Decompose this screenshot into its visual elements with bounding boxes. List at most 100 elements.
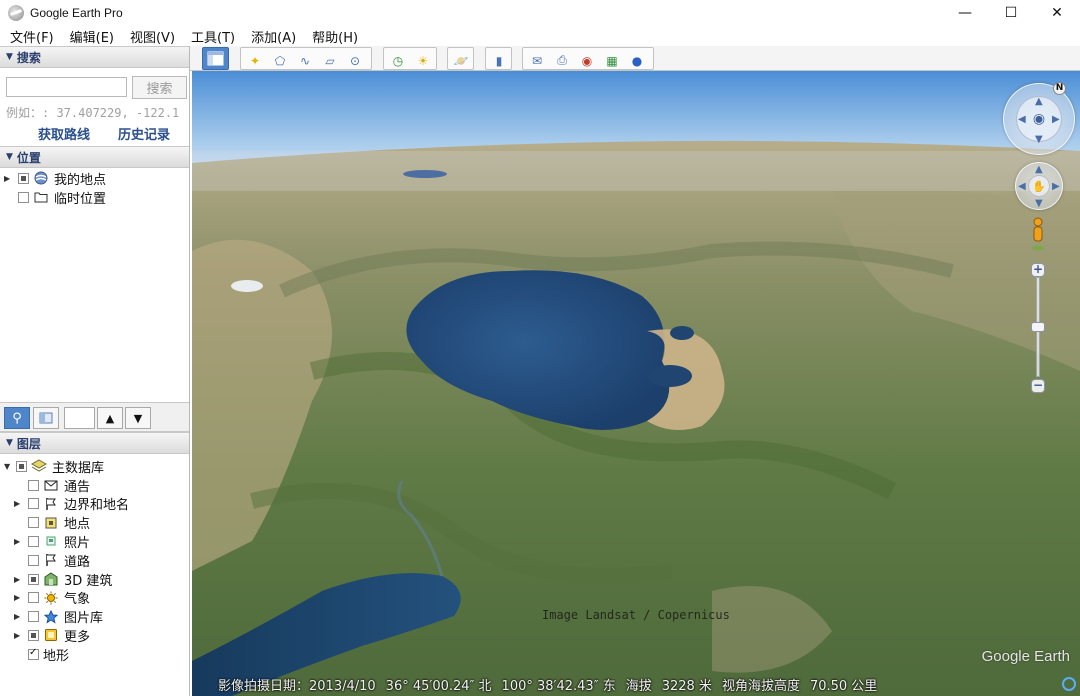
image-overlay-icon: ▱ — [325, 53, 335, 68]
close-button[interactable]: ✕ — [1034, 0, 1080, 26]
minimize-button[interactable]: — — [942, 0, 988, 26]
sidebar-toggle-button[interactable] — [202, 47, 229, 70]
layers-root-primary-database[interactable]: ▼ 主数据库 — [4, 457, 104, 476]
layer-item[interactable]: ▶ 边界和地名 — [14, 495, 129, 513]
add-polygon-button[interactable]: ⬠ — [269, 50, 291, 71]
get-route-link[interactable]: 获取路线 — [38, 124, 90, 143]
move-up-arrow-icon[interactable]: ▲ — [1035, 164, 1043, 175]
checkbox[interactable] — [16, 460, 27, 472]
menu-help[interactable]: 帮助(H) — [312, 27, 358, 46]
layer-item[interactable]: 地形 — [14, 645, 69, 664]
expand-arrow-icon[interactable]: ▶ — [14, 593, 22, 602]
email-button[interactable]: ✉ — [526, 50, 548, 71]
move-joystick[interactable]: ✋ — [1028, 175, 1050, 197]
look-control[interactable]: ◉ ▲ ▼ ◀ ▶ — [1003, 83, 1075, 155]
add-image-overlay-button[interactable]: ▱ — [319, 50, 341, 71]
search-button[interactable]: 搜索 — [132, 76, 187, 99]
flag-icon — [43, 497, 59, 511]
checkbox[interactable] — [28, 573, 39, 585]
switch-planet-button[interactable]: 🪐 — [450, 50, 472, 71]
look-right-arrow-icon[interactable]: ▶ — [1052, 114, 1060, 125]
places-blank-field[interactable] — [64, 407, 95, 429]
maximize-button[interactable]: ☐ — [988, 0, 1034, 26]
move-down-button[interactable]: ▼ — [125, 407, 151, 429]
places-panel-header[interactable]: ▼ 位置 — [0, 146, 189, 168]
move-control[interactable]: ✋ ▲ ▼ ◀ ▶ — [1015, 162, 1063, 210]
earth-3d-view[interactable]: ◉ ▲ ▼ ◀ ▶ N ✋ ▲ ▼ ◀ ▶ + − Image Landsat … — [192, 71, 1080, 696]
search-panel-header[interactable]: ▼ 搜索 — [0, 46, 189, 68]
expand-arrow-icon[interactable]: ▼ — [4, 462, 12, 471]
places-item-label: 我的地点 — [54, 172, 107, 188]
expand-arrow-icon[interactable]: ▶ — [14, 537, 22, 546]
print-button[interactable]: ⎙ — [551, 50, 573, 71]
layer-item[interactable]: ▶ 图片库 — [14, 608, 103, 626]
weather-icon — [43, 591, 59, 605]
expand-arrow-icon[interactable]: ▶ — [14, 575, 22, 584]
save-image-button[interactable]: ◉ — [576, 50, 598, 71]
pegman-street-view-icon[interactable] — [1031, 217, 1045, 251]
checkbox[interactable] — [28, 498, 39, 510]
zoom-thumb[interactable] — [1031, 322, 1045, 332]
layer-item[interactable]: ▶ 照片 — [14, 532, 90, 551]
checkbox[interactable] — [28, 629, 39, 641]
map-view-button[interactable]: ▦ — [601, 50, 623, 71]
building-icon — [43, 572, 59, 586]
checkbox[interactable] — [28, 611, 39, 623]
earth-view-button[interactable]: ● — [626, 50, 648, 71]
expand-arrow-icon[interactable]: ▶ — [4, 174, 12, 183]
expand-arrow-icon[interactable]: ▶ — [14, 499, 22, 508]
menu-bar: 文件(F) 编辑(E) 视图(V) 工具(T) 添加(A) 帮助(H) — [0, 26, 1080, 46]
sunlight-button[interactable]: ☀ — [412, 50, 434, 71]
add-placemark-button[interactable]: ✦ — [244, 50, 266, 71]
layer-item[interactable]: ▶ 气象 — [14, 589, 90, 607]
layer-item[interactable]: 地点 — [14, 514, 90, 532]
search-places-button[interactable]: ⚲ — [4, 407, 30, 429]
title-bar: Google Earth Pro — ☐ ✕ — [0, 0, 1080, 26]
menu-add[interactable]: 添加(A) — [251, 27, 296, 46]
menu-edit[interactable]: 编辑(E) — [70, 27, 114, 46]
toolbar-group-share: ✉ ⎙ ◉ ▦ ● — [522, 47, 654, 70]
menu-view[interactable]: 视图(V) — [130, 27, 175, 46]
zoom-slider[interactable]: + − — [1031, 263, 1045, 393]
move-left-arrow-icon[interactable]: ◀ — [1018, 181, 1026, 192]
layer-item-label: 图片库 — [64, 611, 104, 627]
checkbox[interactable] — [28, 647, 39, 660]
look-down-arrow-icon[interactable]: ▼ — [1035, 134, 1043, 145]
zoom-out-button[interactable]: − — [1031, 379, 1045, 393]
layer-item-label: 通告 — [64, 479, 91, 495]
zoom-in-button[interactable]: + — [1031, 263, 1045, 277]
move-up-button[interactable]: ▲ — [97, 407, 123, 429]
layers-panel-header[interactable]: ▼ 图层 — [0, 432, 189, 454]
ruler-button[interactable]: ▮ — [488, 50, 510, 71]
add-path-button[interactable]: ∿ — [294, 50, 316, 71]
checkbox[interactable] — [18, 172, 29, 184]
expand-arrow-icon[interactable]: ▶ — [14, 631, 22, 640]
search-input[interactable] — [6, 77, 127, 97]
expand-arrow-icon[interactable]: ▶ — [14, 612, 22, 621]
record-tour-button[interactable]: ⊙ — [344, 50, 366, 71]
checkbox[interactable] — [28, 592, 39, 604]
north-indicator[interactable]: N — [1053, 82, 1066, 95]
look-up-arrow-icon[interactable]: ▲ — [1035, 96, 1043, 107]
places-item-temporary[interactable]: 临时位置 — [4, 188, 106, 207]
menu-tools[interactable]: 工具(T) — [191, 27, 235, 46]
look-left-arrow-icon[interactable]: ◀ — [1018, 114, 1026, 125]
checkbox[interactable] — [18, 191, 29, 203]
checkbox[interactable] — [28, 535, 39, 547]
checkbox[interactable] — [28, 554, 39, 566]
layer-item[interactable]: ▶ 3D 建筑 — [14, 570, 113, 589]
layer-item-label: 3D 建筑 — [64, 573, 113, 589]
toggle-panel-button[interactable] — [33, 407, 59, 429]
checkbox[interactable] — [28, 479, 39, 491]
move-down-arrow-icon[interactable]: ▼ — [1035, 198, 1043, 209]
places-item-my-places[interactable]: ▶ 我的地点 — [4, 169, 107, 188]
historical-imagery-button[interactable]: ◷ — [387, 50, 409, 71]
layer-item[interactable]: 道路 — [14, 551, 90, 570]
layer-item[interactable]: ▶ 更多 — [14, 626, 90, 645]
layer-item[interactable]: 通告 — [14, 476, 91, 495]
print-icon: ⎙ — [557, 53, 567, 67]
checkbox[interactable] — [28, 517, 39, 529]
menu-file[interactable]: 文件(F) — [10, 27, 54, 46]
history-link[interactable]: 历史记录 — [118, 124, 170, 143]
move-right-arrow-icon[interactable]: ▶ — [1052, 181, 1060, 192]
